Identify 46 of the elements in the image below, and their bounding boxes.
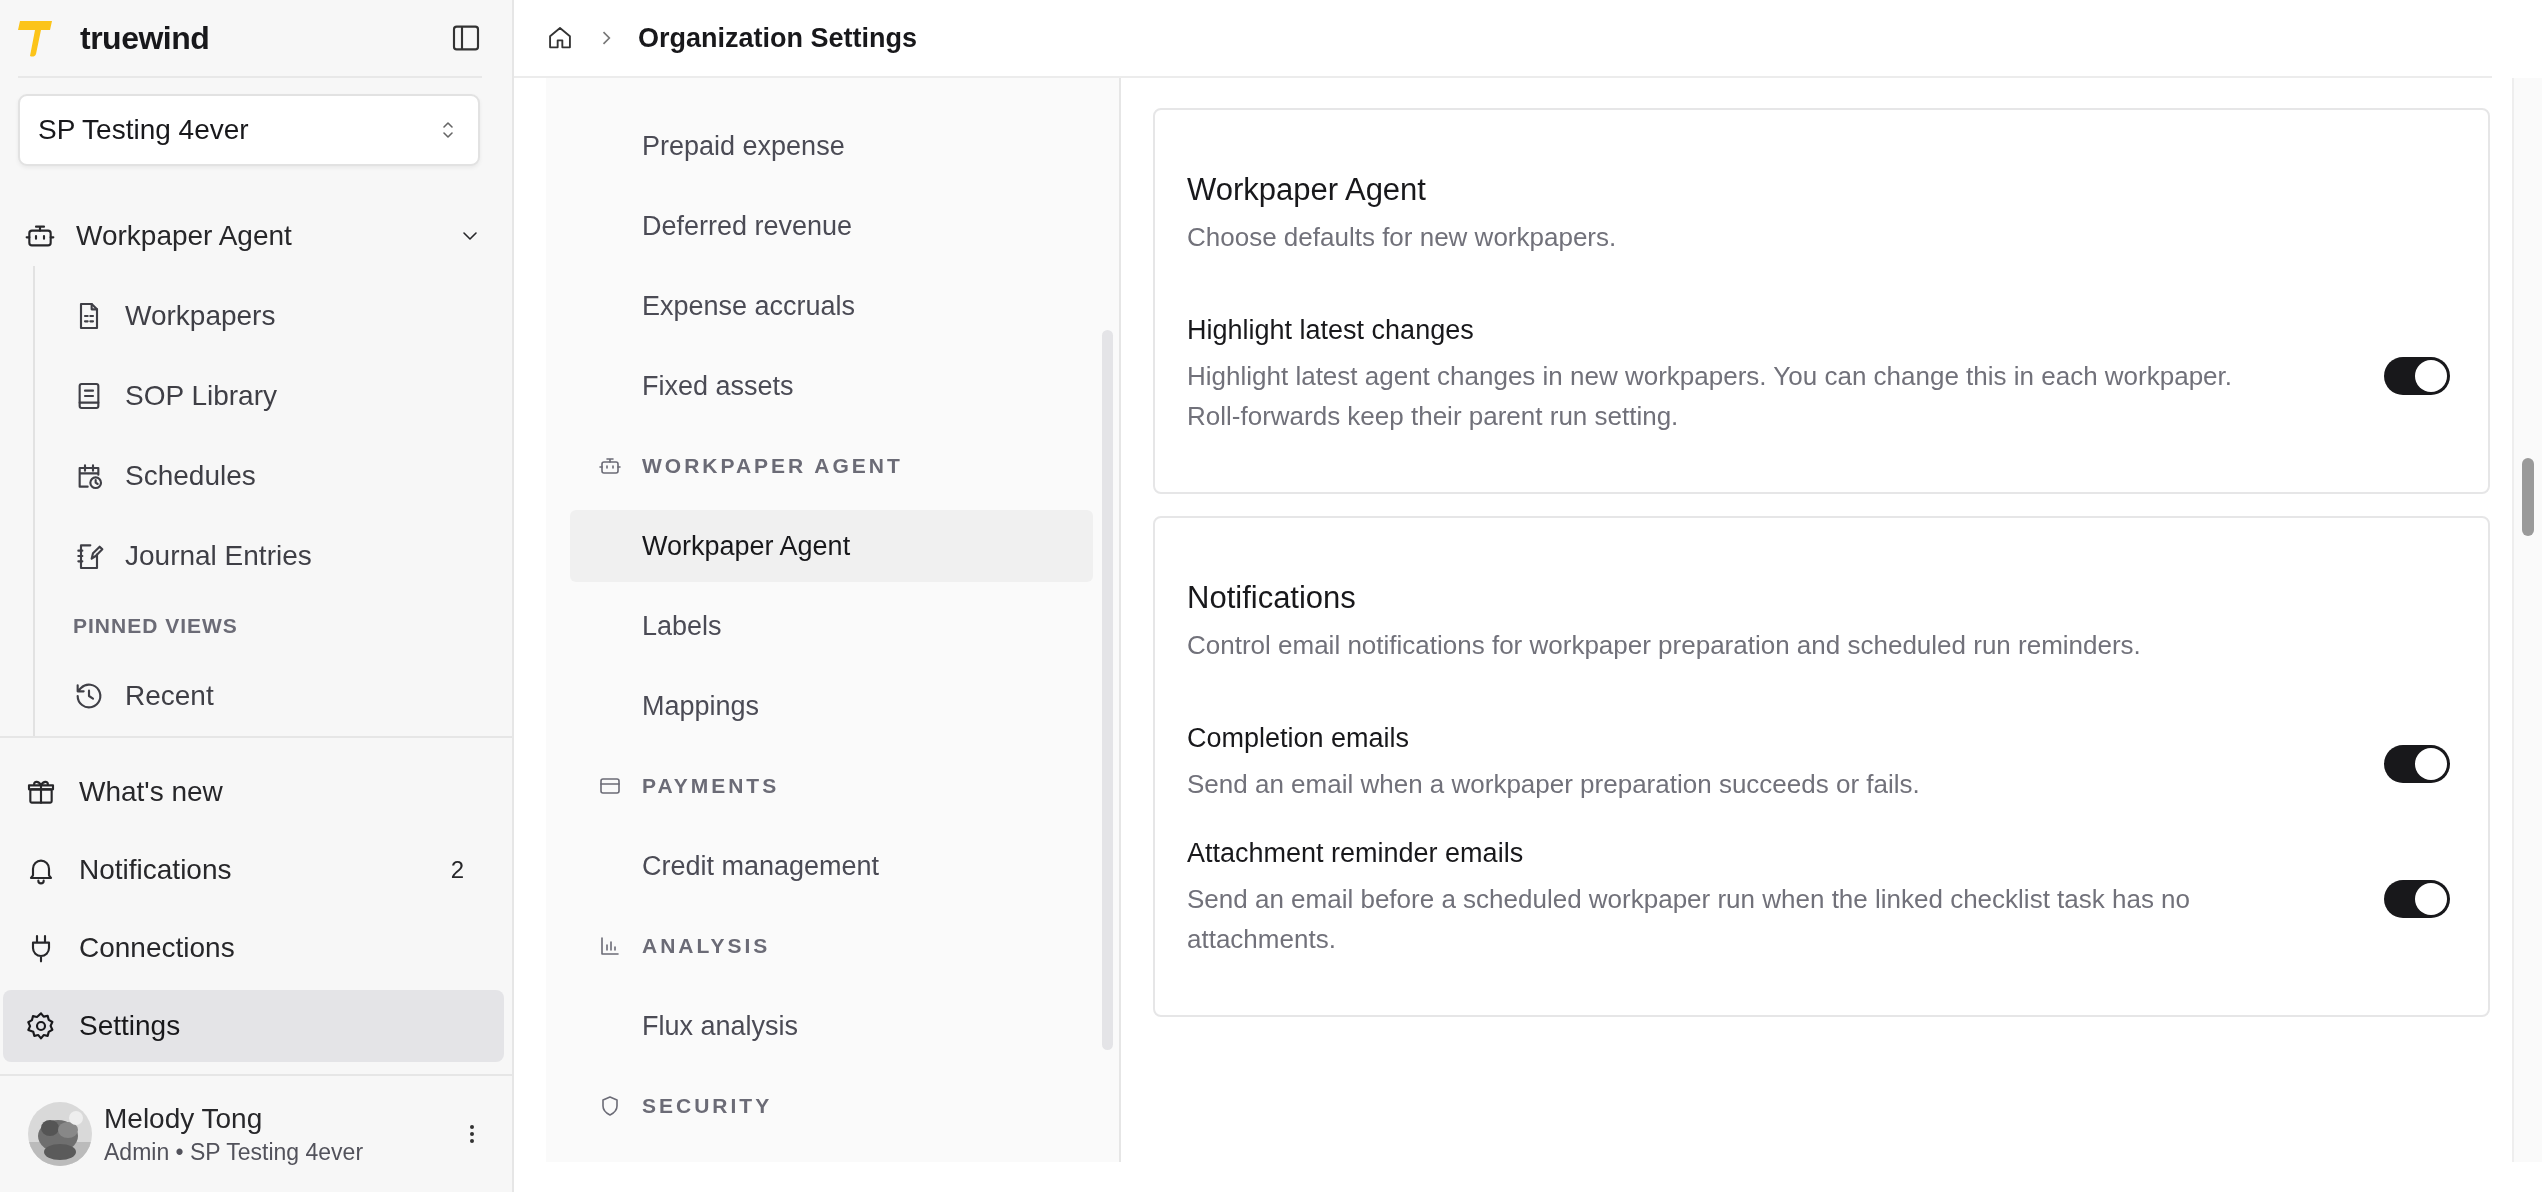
sidebar-item[interactable]: Recent [73, 656, 482, 736]
sidebar-item[interactable]: SOP Library [73, 356, 482, 436]
card-title: Notifications [1187, 580, 1357, 616]
setting-description: Send an email before a scheduled workpaper run when the linked checklist task has no attachments. [1187, 883, 2192, 956]
settings-nav-item[interactable]: Credit management [570, 826, 1093, 906]
sidebar-item[interactable]: Connections [3, 912, 504, 984]
setting-description: Send an email when a workpaper preparation succeeds or fails. [1187, 768, 1921, 801]
card-description: Choose defaults for new workpapers. [1187, 222, 1618, 253]
settings-nav-item[interactable]: Fixed assets [570, 346, 1093, 426]
sidebar-item[interactable]: Workpaper Agent [24, 206, 482, 266]
card-title: Workpaper Agent [1187, 172, 1427, 208]
settings-nav-item[interactable]: Expense accruals [570, 266, 1093, 346]
setting-description: Highlight latest agent changes in new workpapers. You can change this in each workpaper. Roll-forwards keep their parent run setting. [1187, 360, 2233, 433]
user-name: Melody Tong [104, 1102, 264, 1135]
section-label: PAYMENTS [642, 774, 780, 798]
toggle-switch[interactable] [2384, 879, 2450, 918]
setting-label: Completion emails [1187, 723, 1411, 754]
settings-nav-item[interactable]: Flux analysis [570, 986, 1093, 1066]
bar-chart-icon [598, 934, 622, 958]
notification-count: 2 [450, 856, 464, 884]
organization-select[interactable]: SP Testing 4ever [18, 94, 480, 166]
settings-nav-item[interactable]: Labels [570, 586, 1093, 666]
section-label: SECURITY [642, 1094, 773, 1118]
settings-nav-item[interactable]: Mappings [570, 666, 1093, 746]
scrollbar[interactable] [2512, 78, 2542, 1162]
sidebar-item[interactable]: Schedules [73, 436, 482, 516]
settings-nav-item[interactable]: Workpaper Agent [570, 510, 1093, 582]
card-description: Control email notifications for workpaper preparation and scheduled run reminders. [1187, 630, 2142, 661]
app-name: truewind [80, 19, 210, 57]
sidebar-item[interactable]: Workpapers [73, 276, 482, 356]
toggle-switch[interactable] [2384, 356, 2450, 395]
user-role: Admin • SP Testing 4ever [104, 1138, 365, 1166]
setting-label: Highlight latest changes [1187, 315, 1475, 346]
section-label: WORKPAPER AGENT [642, 454, 903, 478]
logo-icon [18, 19, 54, 57]
section-label: ANALYSIS [642, 934, 771, 958]
sidebar-item[interactable]: Notifications 2 [3, 834, 504, 906]
page-title: Organization Settings [638, 22, 918, 54]
section-label: PINNED VIEWS [73, 613, 239, 639]
setting-label: Attachment reminder emails [1187, 838, 1525, 869]
sidebar-item[interactable]: Journal Entries [73, 516, 482, 596]
toggle-switch[interactable] [2384, 744, 2450, 783]
settings-nav-item[interactable]: Deferred revenue [570, 186, 1093, 266]
sidebar-item[interactable]: Settings [3, 990, 504, 1062]
settings-nav-item[interactable]: Prepaid expense [570, 106, 1093, 186]
sidebar-item[interactable]: What's new [3, 756, 504, 828]
